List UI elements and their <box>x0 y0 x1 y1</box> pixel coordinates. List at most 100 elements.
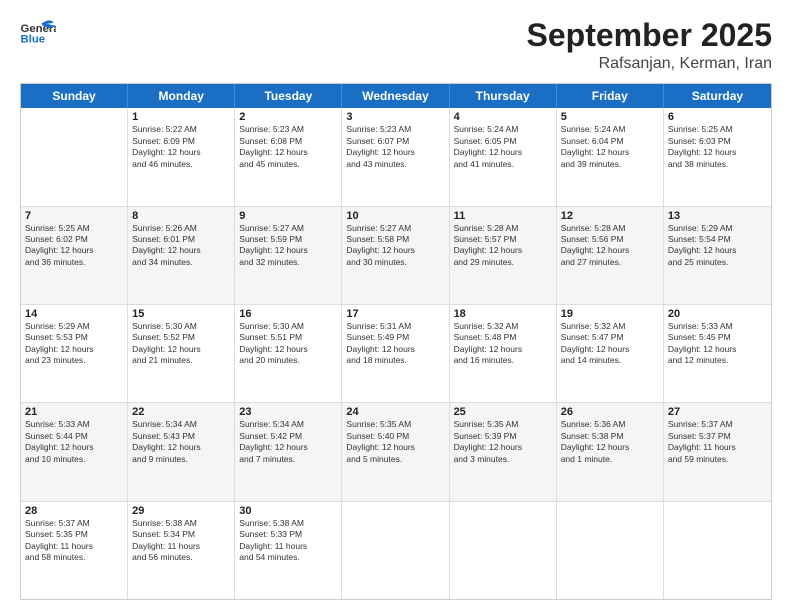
cell-info: Sunrise: 5:26 AMSunset: 6:01 PMDaylight:… <box>132 223 230 269</box>
calendar-cell: 7Sunrise: 5:25 AMSunset: 6:02 PMDaylight… <box>21 207 128 304</box>
calendar-cell: 27Sunrise: 5:37 AMSunset: 5:37 PMDayligh… <box>664 403 771 500</box>
cell-info: Sunrise: 5:27 AMSunset: 5:58 PMDaylight:… <box>346 223 444 269</box>
calendar-cell: 9Sunrise: 5:27 AMSunset: 5:59 PMDaylight… <box>235 207 342 304</box>
calendar-cell <box>557 502 664 599</box>
cell-info: Sunrise: 5:24 AMSunset: 6:05 PMDaylight:… <box>454 124 552 170</box>
day-number: 9 <box>239 210 337 222</box>
cell-info: Sunrise: 5:32 AMSunset: 5:48 PMDaylight:… <box>454 321 552 367</box>
day-header-monday: Monday <box>128 84 235 108</box>
title-block: September 2025 Rafsanjan, Kerman, Iran <box>527 18 772 73</box>
cell-info: Sunrise: 5:35 AMSunset: 5:39 PMDaylight:… <box>454 419 552 465</box>
page-header: General Blue September 2025 Rafsanjan, K… <box>20 18 772 73</box>
cell-info: Sunrise: 5:29 AMSunset: 5:53 PMDaylight:… <box>25 321 123 367</box>
calendar-cell <box>21 108 128 205</box>
calendar-cell: 26Sunrise: 5:36 AMSunset: 5:38 PMDayligh… <box>557 403 664 500</box>
calendar-cell: 18Sunrise: 5:32 AMSunset: 5:48 PMDayligh… <box>450 305 557 402</box>
cell-info: Sunrise: 5:25 AMSunset: 6:02 PMDaylight:… <box>25 223 123 269</box>
calendar-cell: 30Sunrise: 5:38 AMSunset: 5:33 PMDayligh… <box>235 502 342 599</box>
calendar-header: SundayMondayTuesdayWednesdayThursdayFrid… <box>21 84 771 108</box>
day-number: 23 <box>239 406 337 418</box>
cell-info: Sunrise: 5:30 AMSunset: 5:52 PMDaylight:… <box>132 321 230 367</box>
cell-info: Sunrise: 5:33 AMSunset: 5:45 PMDaylight:… <box>668 321 767 367</box>
cell-info: Sunrise: 5:27 AMSunset: 5:59 PMDaylight:… <box>239 223 337 269</box>
day-number: 11 <box>454 210 552 222</box>
day-number: 13 <box>668 210 767 222</box>
cell-info: Sunrise: 5:37 AMSunset: 5:37 PMDaylight:… <box>668 419 767 465</box>
calendar-cell: 23Sunrise: 5:34 AMSunset: 5:42 PMDayligh… <box>235 403 342 500</box>
calendar-cell: 1Sunrise: 5:22 AMSunset: 6:09 PMDaylight… <box>128 108 235 205</box>
day-number: 21 <box>25 406 123 418</box>
calendar-row: 21Sunrise: 5:33 AMSunset: 5:44 PMDayligh… <box>21 403 771 501</box>
cell-info: Sunrise: 5:35 AMSunset: 5:40 PMDaylight:… <box>346 419 444 465</box>
cell-info: Sunrise: 5:37 AMSunset: 5:35 PMDaylight:… <box>25 518 123 564</box>
calendar-cell: 5Sunrise: 5:24 AMSunset: 6:04 PMDaylight… <box>557 108 664 205</box>
logo: General Blue <box>20 18 56 46</box>
calendar-row: 1Sunrise: 5:22 AMSunset: 6:09 PMDaylight… <box>21 108 771 206</box>
calendar-row: 28Sunrise: 5:37 AMSunset: 5:35 PMDayligh… <box>21 502 771 599</box>
day-number: 2 <box>239 111 337 123</box>
calendar-cell: 25Sunrise: 5:35 AMSunset: 5:39 PMDayligh… <box>450 403 557 500</box>
day-number: 19 <box>561 308 659 320</box>
logo-bird-icon: General Blue <box>20 18 56 46</box>
day-header-friday: Friday <box>557 84 664 108</box>
cell-info: Sunrise: 5:23 AMSunset: 6:08 PMDaylight:… <box>239 124 337 170</box>
day-header-sunday: Sunday <box>21 84 128 108</box>
day-number: 20 <box>668 308 767 320</box>
day-number: 28 <box>25 505 123 517</box>
cell-info: Sunrise: 5:28 AMSunset: 5:57 PMDaylight:… <box>454 223 552 269</box>
cell-info: Sunrise: 5:29 AMSunset: 5:54 PMDaylight:… <box>668 223 767 269</box>
day-number: 10 <box>346 210 444 222</box>
calendar-body: 1Sunrise: 5:22 AMSunset: 6:09 PMDaylight… <box>21 108 771 599</box>
calendar-cell: 21Sunrise: 5:33 AMSunset: 5:44 PMDayligh… <box>21 403 128 500</box>
calendar-cell: 10Sunrise: 5:27 AMSunset: 5:58 PMDayligh… <box>342 207 449 304</box>
day-number: 30 <box>239 505 337 517</box>
day-number: 15 <box>132 308 230 320</box>
day-number: 3 <box>346 111 444 123</box>
day-number: 14 <box>25 308 123 320</box>
calendar-cell: 20Sunrise: 5:33 AMSunset: 5:45 PMDayligh… <box>664 305 771 402</box>
day-number: 5 <box>561 111 659 123</box>
cell-info: Sunrise: 5:30 AMSunset: 5:51 PMDaylight:… <box>239 321 337 367</box>
cell-info: Sunrise: 5:38 AMSunset: 5:34 PMDaylight:… <box>132 518 230 564</box>
cell-info: Sunrise: 5:28 AMSunset: 5:56 PMDaylight:… <box>561 223 659 269</box>
day-number: 4 <box>454 111 552 123</box>
day-number: 22 <box>132 406 230 418</box>
month-title: September 2025 <box>527 18 772 53</box>
calendar-cell: 11Sunrise: 5:28 AMSunset: 5:57 PMDayligh… <box>450 207 557 304</box>
calendar-cell: 8Sunrise: 5:26 AMSunset: 6:01 PMDaylight… <box>128 207 235 304</box>
cell-info: Sunrise: 5:23 AMSunset: 6:07 PMDaylight:… <box>346 124 444 170</box>
day-number: 16 <box>239 308 337 320</box>
day-number: 27 <box>668 406 767 418</box>
calendar-cell: 2Sunrise: 5:23 AMSunset: 6:08 PMDaylight… <box>235 108 342 205</box>
calendar-cell: 15Sunrise: 5:30 AMSunset: 5:52 PMDayligh… <box>128 305 235 402</box>
calendar-cell: 13Sunrise: 5:29 AMSunset: 5:54 PMDayligh… <box>664 207 771 304</box>
day-number: 29 <box>132 505 230 517</box>
day-number: 1 <box>132 111 230 123</box>
day-number: 7 <box>25 210 123 222</box>
calendar-cell: 4Sunrise: 5:24 AMSunset: 6:05 PMDaylight… <box>450 108 557 205</box>
calendar-cell <box>342 502 449 599</box>
day-header-tuesday: Tuesday <box>235 84 342 108</box>
day-number: 24 <box>346 406 444 418</box>
calendar-cell: 19Sunrise: 5:32 AMSunset: 5:47 PMDayligh… <box>557 305 664 402</box>
location: Rafsanjan, Kerman, Iran <box>527 55 772 73</box>
calendar-cell: 24Sunrise: 5:35 AMSunset: 5:40 PMDayligh… <box>342 403 449 500</box>
cell-info: Sunrise: 5:34 AMSunset: 5:42 PMDaylight:… <box>239 419 337 465</box>
calendar-cell: 12Sunrise: 5:28 AMSunset: 5:56 PMDayligh… <box>557 207 664 304</box>
cell-info: Sunrise: 5:25 AMSunset: 6:03 PMDaylight:… <box>668 124 767 170</box>
calendar-cell: 14Sunrise: 5:29 AMSunset: 5:53 PMDayligh… <box>21 305 128 402</box>
day-number: 8 <box>132 210 230 222</box>
day-number: 12 <box>561 210 659 222</box>
day-header-thursday: Thursday <box>450 84 557 108</box>
calendar-cell: 16Sunrise: 5:30 AMSunset: 5:51 PMDayligh… <box>235 305 342 402</box>
day-header-wednesday: Wednesday <box>342 84 449 108</box>
cell-info: Sunrise: 5:32 AMSunset: 5:47 PMDaylight:… <box>561 321 659 367</box>
calendar-cell <box>450 502 557 599</box>
cell-info: Sunrise: 5:34 AMSunset: 5:43 PMDaylight:… <box>132 419 230 465</box>
calendar-cell: 28Sunrise: 5:37 AMSunset: 5:35 PMDayligh… <box>21 502 128 599</box>
day-number: 17 <box>346 308 444 320</box>
cell-info: Sunrise: 5:38 AMSunset: 5:33 PMDaylight:… <box>239 518 337 564</box>
day-number: 18 <box>454 308 552 320</box>
calendar-cell: 29Sunrise: 5:38 AMSunset: 5:34 PMDayligh… <box>128 502 235 599</box>
calendar: SundayMondayTuesdayWednesdayThursdayFrid… <box>20 83 772 600</box>
